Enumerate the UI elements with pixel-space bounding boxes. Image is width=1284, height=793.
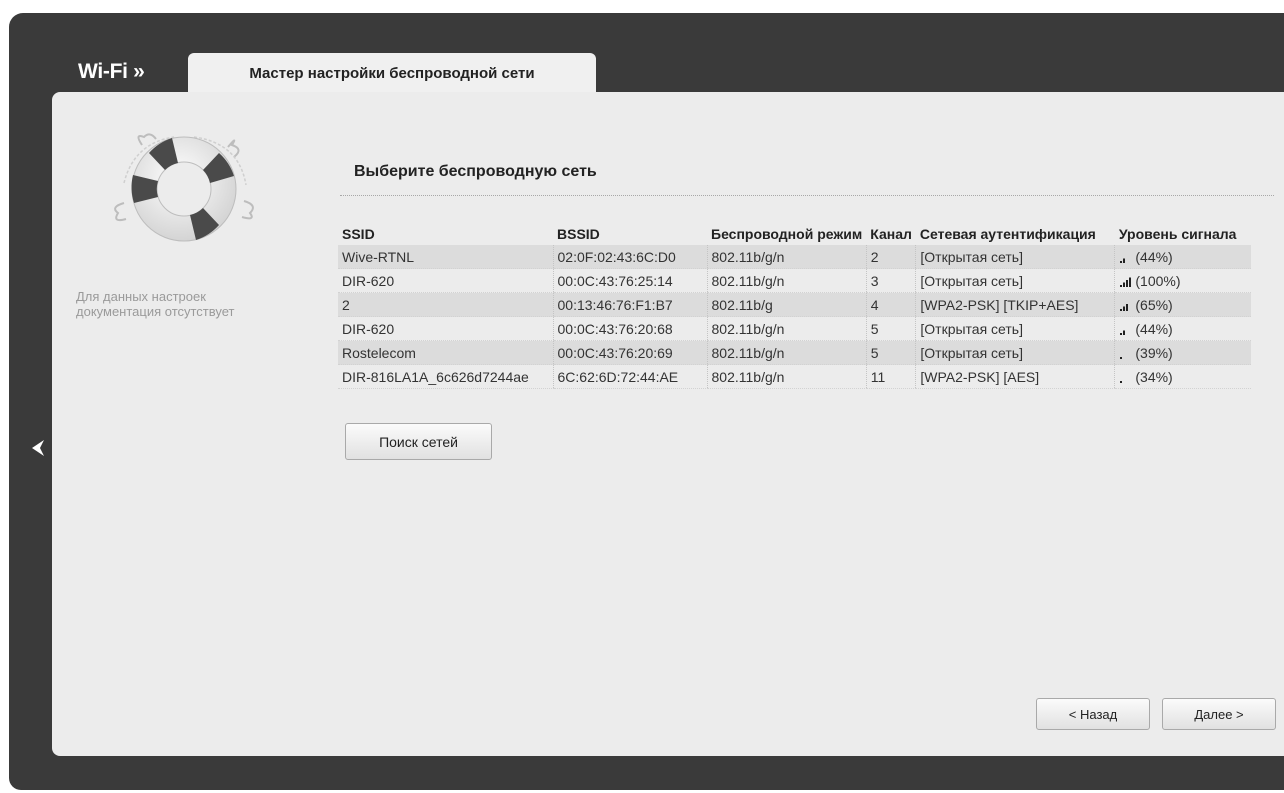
signal-bars-icon	[1120, 277, 1132, 287]
table-row[interactable]: Wive-RTNL 02:0F:02:43:6C:D0 802.11b/g/n 2 [О…	[338, 245, 1251, 269]
cell-ssid: DIR-816LA1A_6c626d7244ae	[338, 364, 553, 389]
cell-auth: [Открытая сеть]	[915, 340, 1115, 365]
signal-bar	[1120, 260, 1123, 263]
cell-mode: 802.11b/g	[706, 292, 867, 317]
cell-bssid: 00:13:46:76:F1:B7	[552, 292, 707, 317]
signal-value: (100%)	[1135, 272, 1181, 289]
cell-signal: (44%)	[1114, 316, 1251, 341]
cell-bssid: 00:0C:43:76:25:14	[552, 268, 707, 293]
signal-value: (44%)	[1135, 248, 1173, 265]
cell-mode: 802.11b/g/n	[706, 268, 867, 293]
table-row[interactable]: Rostelecom 00:0C:43:76:20:69 802.11b/g/n 5[…	[338, 340, 1251, 365]
section-title: Выберите беспроводную сеть	[354, 163, 597, 180]
column-header-bssid[interactable]: BSSID	[553, 223, 707, 245]
cell-ssid: 2	[338, 292, 553, 317]
signal-bar	[1126, 279, 1129, 287]
cell-signal: (100%)	[1114, 268, 1251, 293]
cell-mode: 802.11b/g/n	[706, 316, 867, 341]
signal-bars-icon	[1120, 258, 1126, 263]
signal-bar	[1123, 282, 1126, 287]
cell-mode: 802.11b/g/n	[706, 245, 867, 269]
cell-channel: 11	[865, 364, 916, 389]
cell-signal: (44%)	[1114, 245, 1251, 269]
lifebuoy-icon	[104, 123, 264, 258]
signal-bar	[1120, 380, 1123, 383]
cell-signal: (39%)	[1114, 340, 1251, 365]
cell-bssid: 02:0F:02:43:6C:D0	[552, 245, 707, 269]
signal-bar	[1129, 277, 1132, 287]
cell-channel: 5	[865, 340, 916, 365]
cell-mode: 802.11b/g/n	[706, 340, 867, 365]
cell-ssid: DIR-620	[338, 316, 553, 341]
signal-value: (65%)	[1135, 296, 1173, 313]
signal-bar	[1120, 308, 1123, 311]
signal-bars-icon	[1120, 330, 1126, 335]
next-button[interactable]: Далее >	[1162, 698, 1276, 730]
cell-ssid: Rostelecom	[338, 340, 553, 365]
cell-channel: 2	[865, 245, 916, 269]
column-header-auth[interactable]: Сетевая аутентификация	[916, 223, 1115, 245]
cell-ssid: Wive-RTNL	[338, 245, 553, 269]
tab-wireless-wizard[interactable]: Мастер настройки беспроводной сети	[188, 53, 596, 93]
chevron-left-icon[interactable]	[31, 438, 45, 463]
divider	[340, 195, 1274, 196]
cell-auth: [WPA2-PSK] [TKIP+AES]	[915, 292, 1115, 317]
signal-value: (39%)	[1135, 344, 1173, 361]
cell-signal: (65%)	[1114, 292, 1251, 317]
signal-bar	[1123, 258, 1126, 263]
cell-auth: [WPA2-PSK] [AES]	[915, 364, 1115, 389]
table-row[interactable]: 2 00:13:46:76:F1:B7 802.11b/g 4 [WPA2-PSK] […	[338, 292, 1251, 317]
help-note: Для данных настроек документация отсутст…	[76, 289, 235, 319]
signal-bars-icon	[1120, 380, 1123, 383]
scan-networks-button[interactable]: Поиск сетей	[345, 423, 492, 460]
signal-bar	[1126, 303, 1129, 311]
column-header-signal[interactable]: Уровень сигнала	[1115, 223, 1251, 245]
cell-bssid: 00:0C:43:76:20:69	[552, 340, 707, 365]
cell-bssid: 6C:62:6D:72:44:AE	[552, 364, 707, 389]
cell-auth: [Открытая сеть]	[915, 268, 1115, 293]
cell-mode: 802.11b/g/n	[706, 364, 867, 389]
networks-table: SSID BSSID Беспроводной режим Канал Сете…	[338, 223, 1251, 389]
signal-bar	[1123, 330, 1126, 335]
signal-value: (34%)	[1135, 368, 1173, 385]
breadcrumb-root[interactable]: Wi-Fi »	[78, 60, 145, 84]
column-header-ssid[interactable]: SSID	[338, 223, 553, 245]
signal-bar	[1120, 356, 1123, 359]
table-row[interactable]: DIR-816LA1A_6c626d7244ae 6C:62:6D:72:44:A…	[338, 364, 1251, 389]
cell-ssid: DIR-620	[338, 268, 553, 293]
cell-auth: [Открытая сеть]	[915, 316, 1115, 341]
cell-channel: 4	[865, 292, 916, 317]
signal-bars-icon	[1120, 303, 1129, 311]
table-header-row: SSID BSSID Беспроводной режим Канал Сете…	[338, 223, 1251, 245]
cell-channel: 5	[865, 316, 916, 341]
signal-bar	[1120, 332, 1123, 335]
table-row[interactable]: DIR-620 00:0C:43:76:25:14 802.11b/g/n 3 [Отк…	[338, 268, 1251, 293]
table-row[interactable]: DIR-620 00:0C:43:76:20:68 802.11b/g/n 5 [Отк…	[338, 316, 1251, 341]
signal-bars-icon	[1120, 356, 1123, 359]
signal-bar	[1123, 306, 1126, 311]
column-header-channel[interactable]: Канал	[866, 223, 916, 245]
cell-auth: [Открытая сеть]	[915, 245, 1115, 269]
back-button[interactable]: < Назад	[1036, 698, 1150, 730]
cell-signal: (34%)	[1114, 364, 1251, 389]
signal-value: (44%)	[1135, 320, 1173, 337]
signal-bar	[1120, 284, 1123, 287]
column-header-mode[interactable]: Беспроводной режим	[707, 223, 866, 245]
cell-bssid: 00:0C:43:76:20:68	[552, 316, 707, 341]
cell-channel: 3	[865, 268, 916, 293]
